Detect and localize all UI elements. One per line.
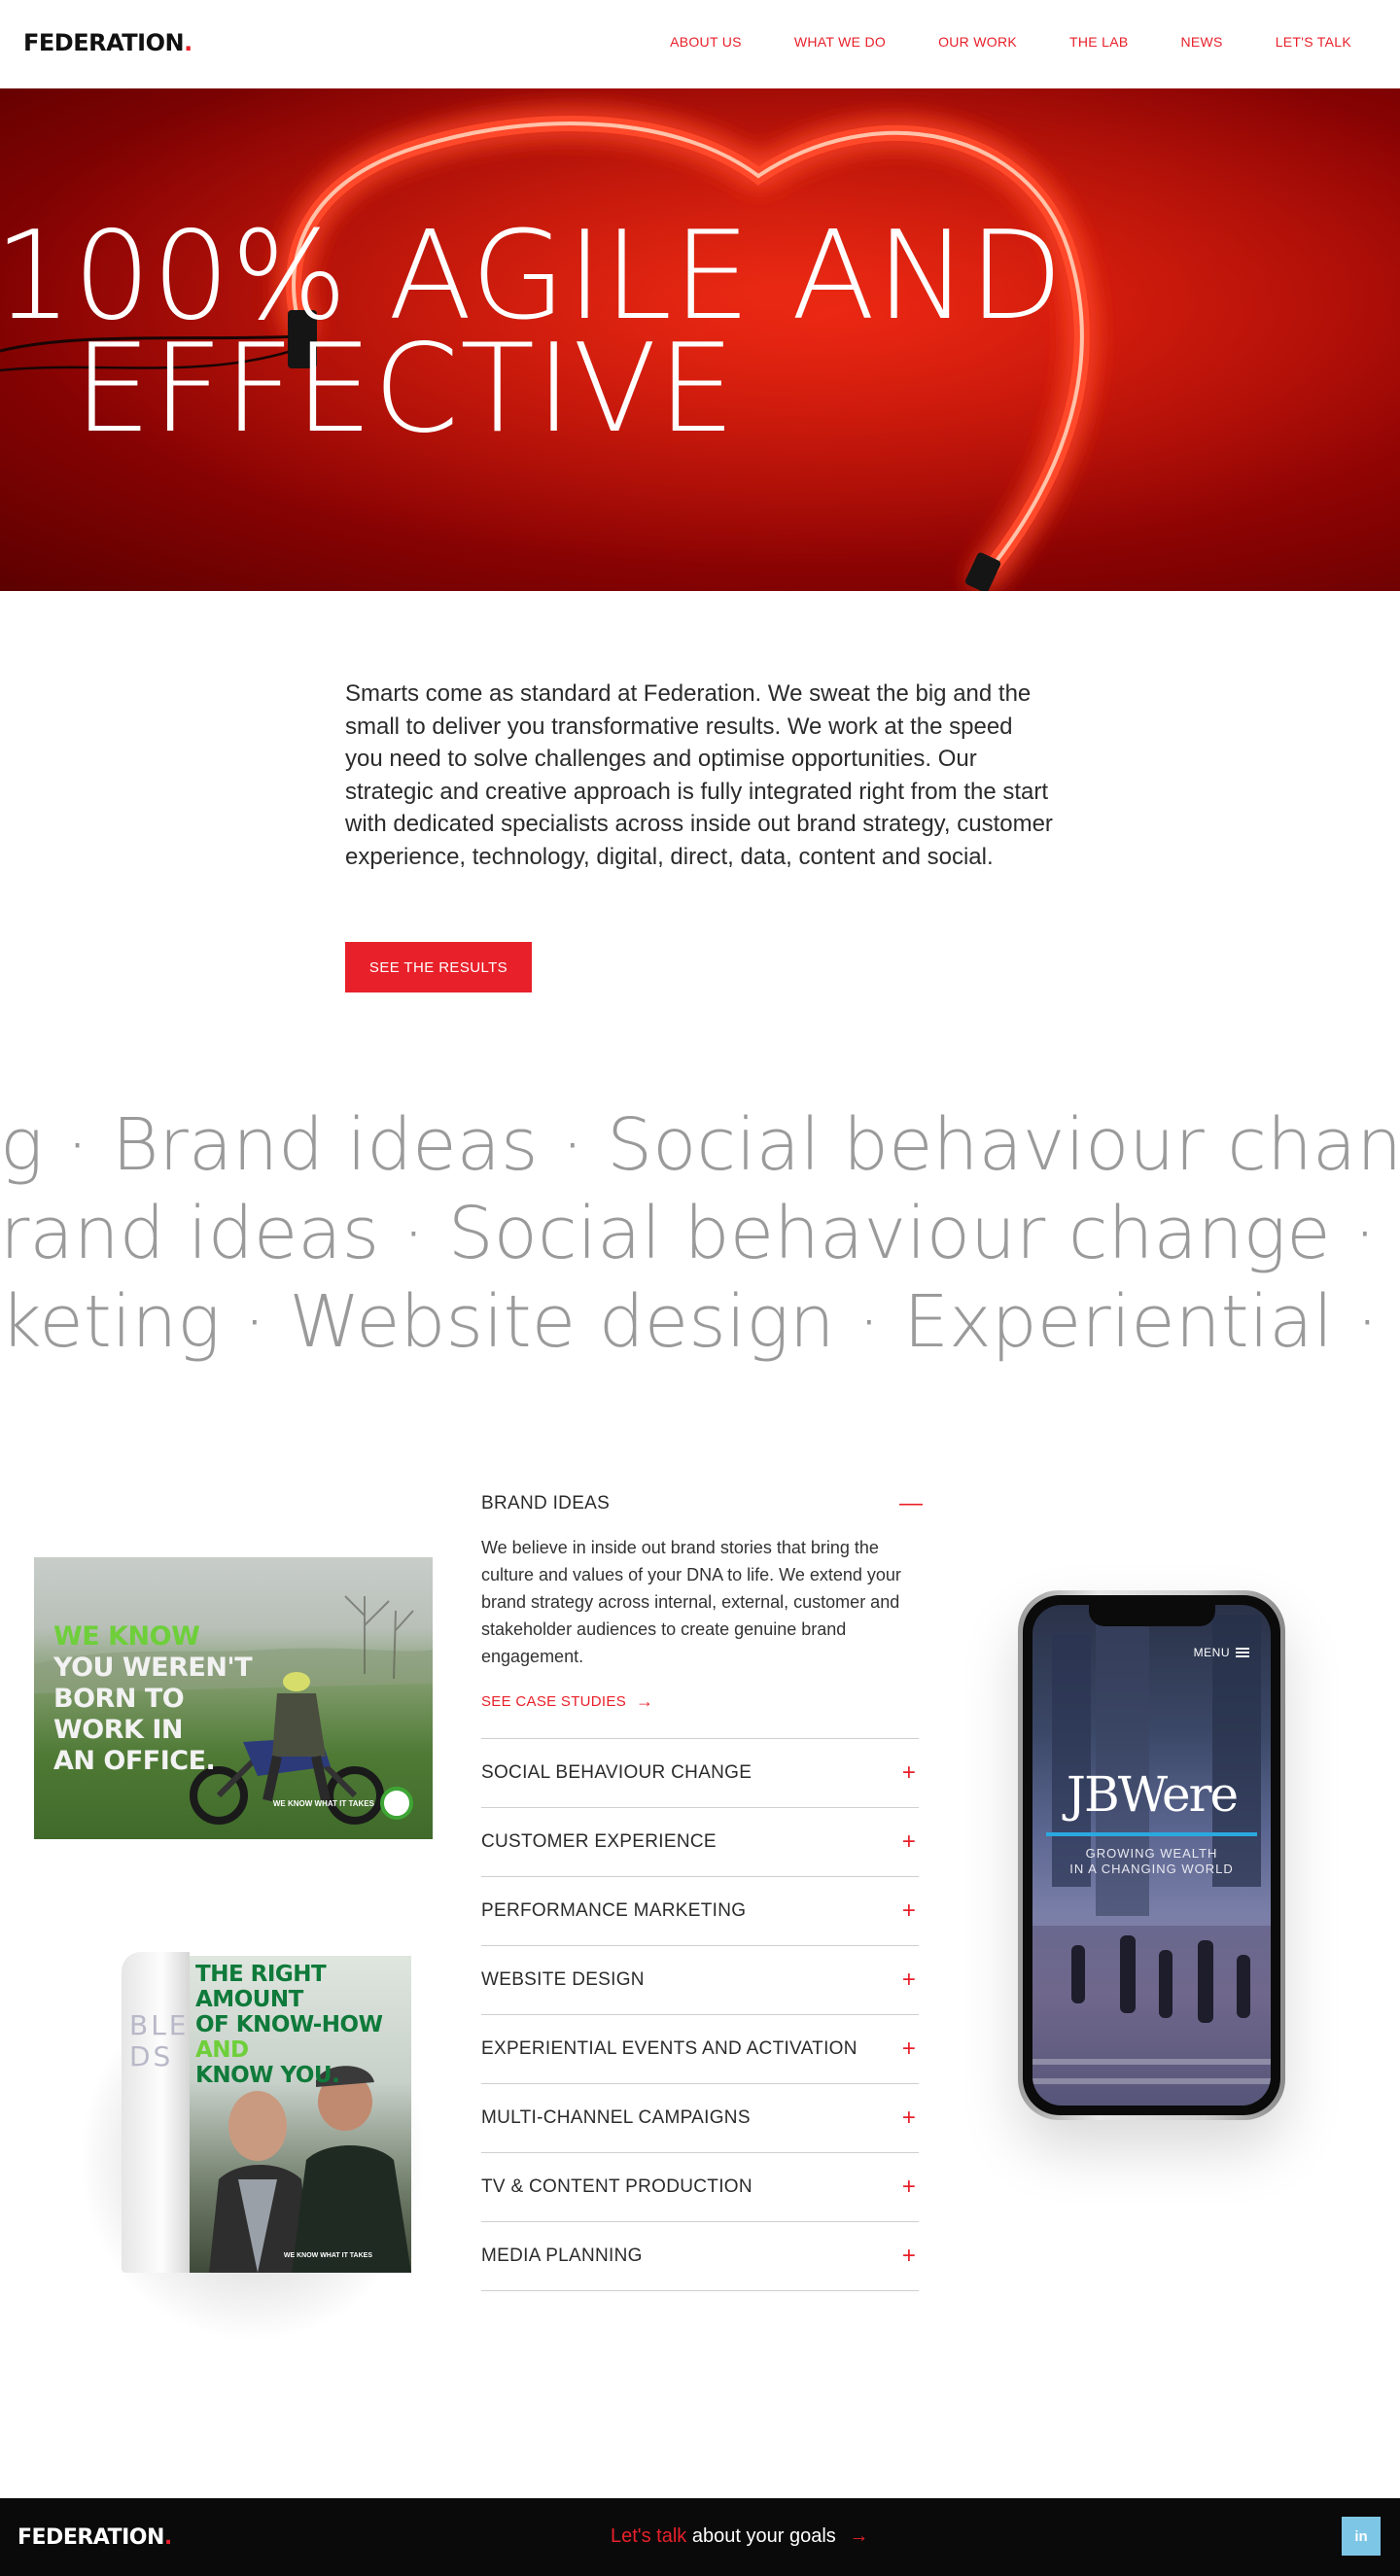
phone-mockup: MENU JBWere GROWING WEALTH IN A CHANGING… xyxy=(1018,1590,1285,2120)
hero-banner: 100% AGILE AND EFFECTIVE xyxy=(0,88,1400,591)
farmer-ad-image: WE KNOW YOU WEREN'T BORN TO WORK IN AN O… xyxy=(34,1557,433,1839)
accordion-title: BRAND IDEAS xyxy=(481,1493,611,1514)
arrow-right-icon: → xyxy=(636,1690,654,1711)
federation-logo[interactable]: FEDERATION. xyxy=(23,29,192,56)
site-header: FEDERATION. ABOUT US WHAT WE DO OUR WORK… xyxy=(0,0,1400,88)
plus-icon: + xyxy=(901,1967,917,1993)
footer-lets-talk-link[interactable]: Let's talk about your goals → xyxy=(611,2525,868,2548)
hero-title-line2: EFFECTIVE xyxy=(74,317,737,460)
plus-icon: + xyxy=(901,2105,917,2131)
services-accordion: BRAND IDEAS — We believe in inside out b… xyxy=(481,1483,923,2291)
magazine-headline: THE RIGHT AMOUNT OF KNOW-HOW AND KNOW YO… xyxy=(195,1962,383,2088)
accordion-item-tv-content-production[interactable]: TV & CONTENT PRODUCTION + xyxy=(481,2153,919,2222)
see-results-button[interactable]: SEE THE RESULTS xyxy=(345,942,532,992)
magazine-left-page: BLE DS xyxy=(122,1952,190,2273)
nav-news[interactable]: NEWS xyxy=(1180,34,1222,50)
accordion-body-text: We believe in inside out brand stories t… xyxy=(481,1538,901,1666)
farmer-ad-headline: WE KNOW YOU WEREN'T BORN TO WORK IN AN O… xyxy=(53,1621,253,1776)
plus-icon: + xyxy=(901,2174,917,2200)
intro-paragraph: Smarts come as standard at Federation. W… xyxy=(345,680,1053,870)
services-marquee-row-1: g · Brand ideas · Social behaviour chang… xyxy=(0,1103,1400,1187)
arrow-right-icon: → xyxy=(849,2525,869,2547)
nav-the-lab[interactable]: THE LAB xyxy=(1069,34,1128,50)
plus-icon: + xyxy=(901,2243,917,2269)
brand-seal-icon xyxy=(380,1787,413,1820)
hamburger-icon xyxy=(1236,1648,1249,1657)
farmer-ad-tagline: WE KNOW WHAT IT TAKES xyxy=(272,1799,374,1808)
magazine-right-page: THE RIGHT AMOUNT OF KNOW-HOW AND KNOW YO… xyxy=(190,1956,411,2273)
phone-notch xyxy=(1088,1605,1215,1626)
magazine-left-headline: BLE DS xyxy=(129,2009,190,2072)
jbwere-logo: JBWere xyxy=(1066,1766,1239,1823)
nav-what-we-do[interactable]: WHAT WE DO xyxy=(794,34,886,50)
hero-title: 100% AGILE AND EFFECTIVE xyxy=(0,215,1064,460)
phone-bezel: MENU JBWere GROWING WEALTH IN A CHANGING… xyxy=(1023,1595,1280,2115)
accordion-item-multi-channel-campaigns[interactable]: MULTI-CHANNEL CAMPAIGNS + xyxy=(481,2084,919,2153)
accordion-item-experiential-events[interactable]: EXPERIENTIAL EVENTS AND ACTIVATION + xyxy=(481,2015,919,2084)
jbwere-underline xyxy=(1046,1832,1257,1836)
nav-lets-talk[interactable]: LET'S TALK xyxy=(1276,34,1351,50)
footer-logo[interactable]: FEDERATION. xyxy=(18,2525,172,2550)
plus-icon: + xyxy=(901,1759,917,1786)
linkedin-icon[interactable]: in xyxy=(1342,2517,1381,2556)
services-marquee-row-2: rand ideas · Social behaviour change · C… xyxy=(0,1192,1400,1275)
site-footer: FEDERATION. Let's talk about your goals … xyxy=(0,2498,1400,2576)
accordion-item-social-behaviour-change[interactable]: SOCIAL BEHAVIOUR CHANGE + xyxy=(481,1739,919,1808)
jbwere-tagline: GROWING WEALTH IN A CHANGING WORLD xyxy=(1069,1846,1234,1876)
accordion-header-brand-ideas[interactable]: BRAND IDEAS — xyxy=(481,1483,923,1524)
phone-screen: MENU JBWere GROWING WEALTH IN A CHANGING… xyxy=(1032,1605,1271,2106)
nav-our-work[interactable]: OUR WORK xyxy=(938,34,1017,50)
plus-icon: + xyxy=(901,2036,917,2062)
phone-menu-button[interactable]: MENU xyxy=(1194,1646,1249,1659)
main-nav: ABOUT US WHAT WE DO OUR WORK THE LAB NEW… xyxy=(617,34,1351,50)
plus-icon: + xyxy=(901,1897,917,1924)
plus-icon: + xyxy=(901,1828,917,1855)
services-marquee-row-3: keting · Website design · Experiential ·… xyxy=(0,1280,1400,1364)
collapse-icon[interactable]: — xyxy=(899,1490,923,1517)
magazine-spread-image: BLE DS THE RIGHT AMOUNT OF KNOW-HOW AND … xyxy=(58,1934,428,2343)
accordion-item-customer-experience[interactable]: CUSTOMER EXPERIENCE + xyxy=(481,1808,919,1877)
nav-about-us[interactable]: ABOUT US xyxy=(670,34,742,50)
accordion-item-website-design[interactable]: WEBSITE DESIGN + xyxy=(481,1946,919,2015)
see-case-studies-link[interactable]: SEE CASE STUDIES → xyxy=(481,1691,919,1711)
accordion-item-performance-marketing[interactable]: PERFORMANCE MARKETING + xyxy=(481,1877,919,1946)
accordion-item-media-planning[interactable]: MEDIA PLANNING + xyxy=(481,2222,919,2291)
magazine-tagline: WE KNOW WHAT IT TAKES xyxy=(283,2252,372,2259)
